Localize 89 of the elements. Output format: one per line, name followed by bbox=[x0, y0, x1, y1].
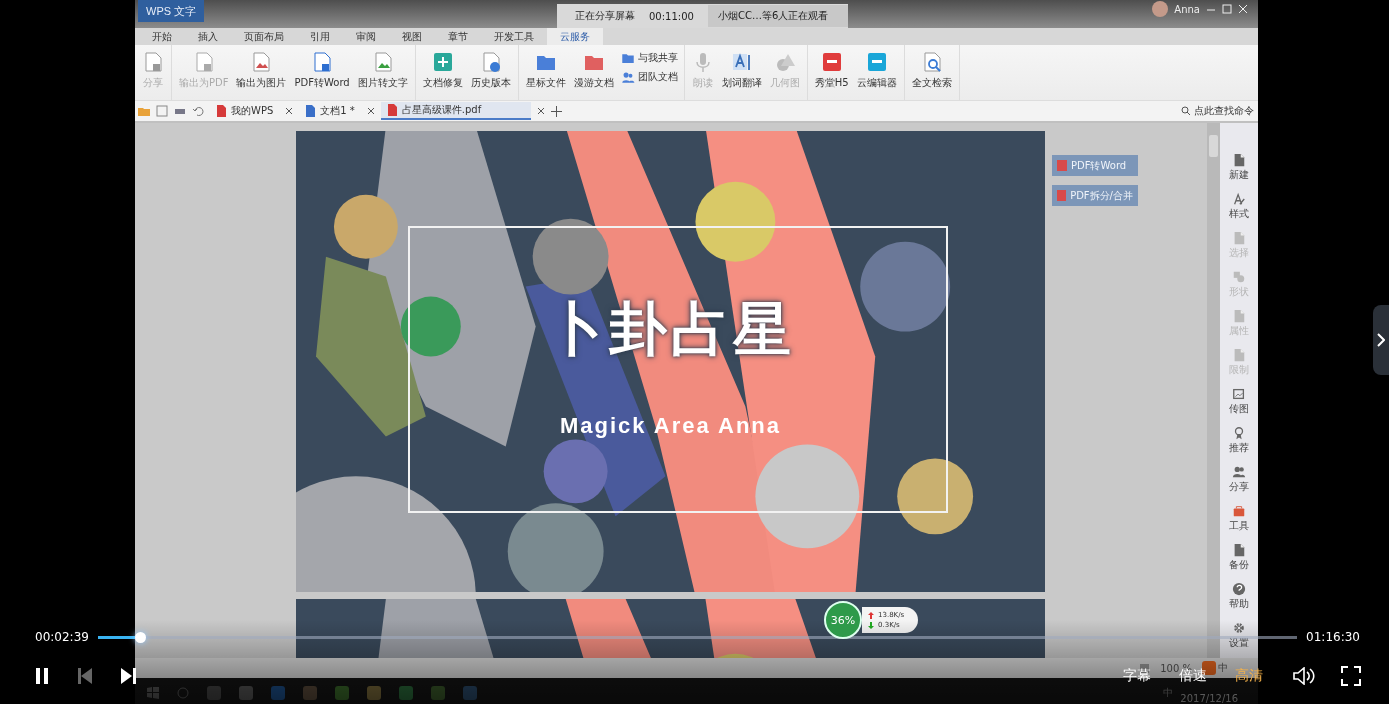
upload-arrow-icon bbox=[868, 611, 874, 619]
sidebar-item[interactable]: 分享 bbox=[1229, 465, 1249, 499]
image-icon bbox=[1232, 387, 1246, 401]
menu-tab[interactable]: 插入 bbox=[185, 28, 231, 45]
app-icon bbox=[865, 51, 888, 73]
people-icon bbox=[1232, 465, 1246, 479]
menu-tab[interactable]: 云服务 bbox=[547, 28, 603, 45]
document-tab[interactable]: 文档1 * bbox=[299, 102, 361, 120]
settings-icon bbox=[1232, 621, 1246, 635]
user-name[interactable]: Anna bbox=[1174, 3, 1200, 15]
ribbon-button[interactable]: 云编辑器 bbox=[853, 49, 900, 92]
viewer-count: 小烟CC…等6人正在观看 bbox=[707, 5, 849, 27]
chevron-right-icon bbox=[1377, 333, 1385, 347]
progress-handle[interactable] bbox=[134, 631, 146, 643]
document-icon bbox=[305, 105, 317, 117]
document-icon bbox=[386, 104, 398, 116]
plus-icon[interactable] bbox=[550, 105, 562, 117]
elapsed-time: 00:02:39 bbox=[35, 630, 89, 644]
text-cursor-icon bbox=[730, 51, 753, 73]
fullscreen-button[interactable] bbox=[1341, 666, 1361, 686]
ribbon-button[interactable]: 划词翻译 bbox=[718, 49, 765, 92]
total-time: 01:16:30 bbox=[1306, 630, 1360, 644]
image-icon bbox=[250, 51, 273, 73]
ribbon-button[interactable]: 与我共享 bbox=[618, 51, 680, 65]
ribbon-button[interactable]: 输出为图片 bbox=[233, 49, 290, 92]
sidebar-item[interactable]: 帮助 bbox=[1229, 582, 1249, 616]
document-icon bbox=[142, 51, 164, 73]
menu-tab[interactable]: 引用 bbox=[297, 28, 343, 45]
share-time: 00:11:00 bbox=[649, 10, 694, 22]
sidebar-item[interactable]: 样式 bbox=[1229, 192, 1249, 226]
close-icon[interactable] bbox=[285, 107, 294, 115]
taskbar-date: 2017/12/16 bbox=[1180, 693, 1238, 704]
avatar[interactable] bbox=[1152, 1, 1169, 17]
folder-icon bbox=[620, 51, 635, 65]
menu-tab[interactable]: 开发工具 bbox=[481, 28, 547, 45]
maximize-icon[interactable] bbox=[1222, 4, 1232, 14]
command-search[interactable]: 点此查找命令 bbox=[1194, 104, 1254, 118]
ribbon-button[interactable]: 星标文件 bbox=[522, 49, 569, 92]
people-icon bbox=[620, 70, 635, 84]
document-icon bbox=[1057, 160, 1067, 171]
sidebar-item[interactable]: 工具 bbox=[1229, 504, 1249, 538]
menu-tab[interactable]: 开始 bbox=[139, 28, 185, 45]
help-icon bbox=[1232, 582, 1246, 596]
ribbon-button[interactable]: 团队文档 bbox=[618, 70, 680, 84]
menu-tab[interactable]: 审阅 bbox=[343, 28, 389, 45]
open-folder-icon[interactable] bbox=[138, 105, 150, 117]
close-icon[interactable] bbox=[536, 107, 545, 115]
menu-tab[interactable]: 章节 bbox=[435, 28, 481, 45]
ribbon-button[interactable]: 秀堂H5 bbox=[811, 49, 852, 92]
share-status: 正在分享屏幕 bbox=[575, 9, 635, 23]
sidebar-item[interactable]: 备份 bbox=[1229, 543, 1249, 577]
document-icon bbox=[216, 105, 227, 117]
app-menu-button[interactable]: WPS 文字 bbox=[138, 0, 205, 22]
document-tab[interactable]: 占星高级课件.pdf bbox=[380, 102, 531, 120]
app-icon bbox=[820, 51, 843, 73]
pen-icon bbox=[1232, 192, 1246, 206]
document-icon bbox=[311, 51, 334, 73]
scrollbar-thumb[interactable] bbox=[1209, 135, 1218, 157]
next-button[interactable] bbox=[120, 667, 137, 685]
document-icon bbox=[1057, 190, 1067, 201]
close-icon[interactable] bbox=[366, 107, 375, 115]
side-panel-button[interactable] bbox=[1373, 305, 1389, 375]
shapes-icon bbox=[1232, 270, 1246, 284]
ribbon-button[interactable]: 历史版本 bbox=[467, 49, 514, 92]
ribbon-button[interactable]: 文档修复 bbox=[419, 49, 466, 92]
undo-icon[interactable] bbox=[192, 105, 204, 117]
ribbon-button[interactable]: 图片转文字 bbox=[354, 49, 411, 92]
download-arrow-icon bbox=[868, 621, 874, 629]
repair-icon bbox=[431, 51, 454, 73]
award-icon bbox=[1232, 426, 1246, 440]
sidebar-item[interactable]: 新建 bbox=[1229, 153, 1249, 187]
sidebar-item[interactable]: 设置 bbox=[1229, 621, 1249, 655]
sidebar-item[interactable]: 推荐 bbox=[1229, 426, 1249, 460]
new-file-icon bbox=[1232, 153, 1246, 167]
menu-tab[interactable]: 页面布局 bbox=[231, 28, 297, 45]
ribbon-button[interactable]: 漫游文档 bbox=[570, 49, 617, 92]
pause-button[interactable] bbox=[34, 667, 51, 685]
document-icon bbox=[1232, 309, 1246, 323]
document-subtitle: Magick Area Anna bbox=[558, 413, 783, 439]
ribbon-button[interactable]: PDF转Word bbox=[291, 49, 353, 92]
save-icon[interactable] bbox=[156, 105, 168, 117]
toolbox-icon bbox=[1232, 504, 1246, 518]
ribbon-button[interactable]: 全文检索 bbox=[908, 49, 955, 92]
ime-mode[interactable]: 中 bbox=[1218, 661, 1228, 675]
document-tab[interactable]: 我的WPS bbox=[210, 102, 280, 120]
volume-button[interactable] bbox=[1293, 667, 1315, 685]
menu-tab[interactable]: 视图 bbox=[389, 28, 435, 45]
search-icon bbox=[1181, 106, 1191, 116]
sidebar-item[interactable]: 传图 bbox=[1229, 387, 1249, 421]
